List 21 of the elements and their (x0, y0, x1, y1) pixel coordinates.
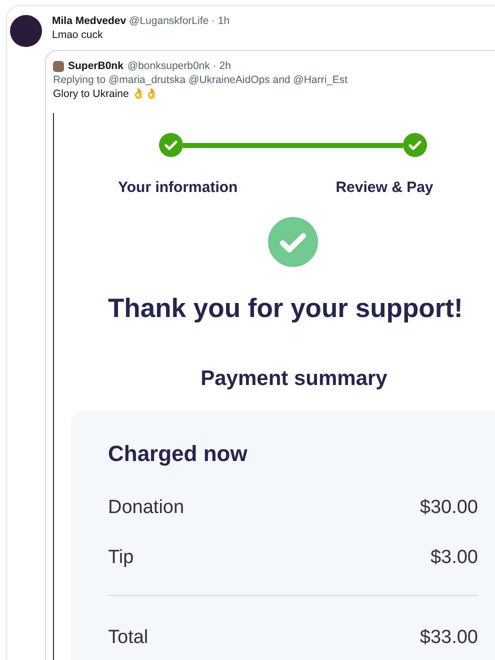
user-handle: @bonksuperb0nk · 2h (127, 59, 231, 73)
avatar (10, 15, 42, 47)
tweet-text: Lmao cuck (52, 28, 104, 42)
summary-title: Payment summary (200, 366, 388, 392)
user-handle: @LuganskforLife · 1h (129, 15, 230, 27)
step-label: Review & Pay (336, 179, 434, 196)
user-name[interactable]: SuperB0nk (68, 59, 124, 73)
total-amount: $33.00 (420, 626, 478, 650)
line-item-label: Tip (108, 546, 134, 570)
line-item-amount: $3.00 (430, 546, 478, 570)
avatar (53, 60, 64, 72)
line-item-label: Donation (108, 496, 184, 520)
user-name[interactable]: Mila Medvedev (52, 15, 126, 27)
success-check-icon (268, 217, 318, 267)
thank-you-heading: Thank you for your support! (108, 292, 464, 324)
replying-to: Replying to @maria_drutska @UkraineAidOps and @Harri_Est (53, 73, 349, 87)
total-label: Total (108, 626, 148, 650)
line-item-amount: $30.00 (420, 496, 478, 520)
panel-title: Charged now (108, 441, 248, 467)
step-label: Your information (118, 179, 238, 196)
tweet-text: Glory to Ukraine 👌👌 (53, 87, 159, 101)
